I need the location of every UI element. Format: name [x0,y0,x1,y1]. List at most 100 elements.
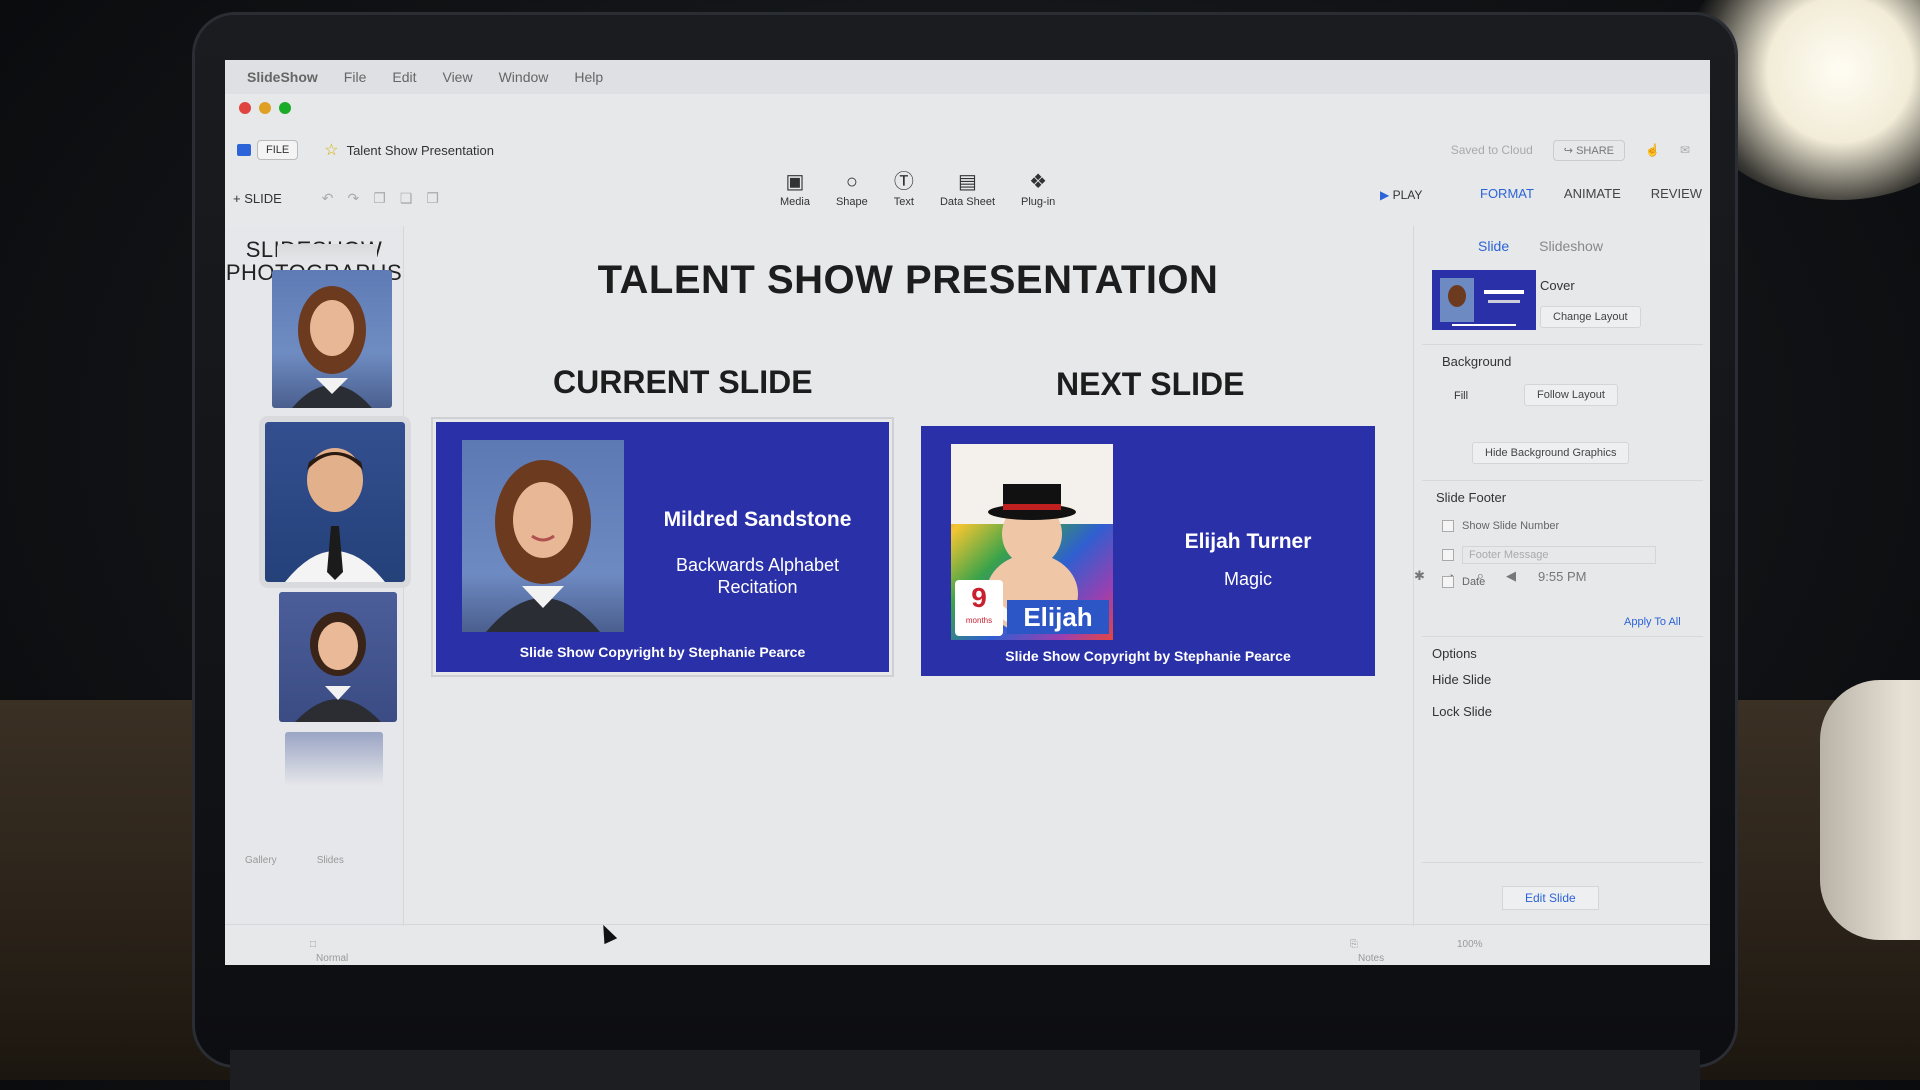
zoom-level[interactable]: 100% [1457,939,1483,950]
photo-thumbnail-boy-selected[interactable] [259,416,411,588]
document-actions: Saved to Cloud ↪ SHARE ☝ ✉ [1451,139,1690,161]
baby-age-unit: months [965,616,993,625]
document-title-text: Talent Show Presentation [346,142,495,158]
tab-format[interactable]: FORMAT [1480,186,1534,201]
show-slide-number-label: Show Slide Number [1462,520,1560,532]
subtab-slideshow[interactable]: Slideshow [1539,238,1603,254]
mail-icon[interactable]: ✉ [1680,143,1690,157]
menu-edit[interactable]: Edit [392,69,416,85]
plugin-label: Plug-in [1021,196,1056,208]
tab-slides[interactable]: Slides [317,855,344,866]
close-window-icon[interactable] [239,102,251,114]
document-bar: FILE ☆ Talent Show Presentation Saved to… [225,132,1710,168]
show-slide-number-checkbox[interactable]: Show Slide Number [1442,520,1559,532]
next-slide-heading: NEXT SLIDE [1056,366,1245,402]
media-button[interactable]: ▣ Media [780,172,810,208]
data-sheet-icon: ▤ [958,171,977,193]
photo-thumbnail-girl-1[interactable] [272,270,392,408]
slide-footer-heading: Slide Footer [1436,490,1507,505]
file-label: FILE [257,140,299,160]
photo-thumbnail-girl-2[interactable] [279,592,397,722]
play-button[interactable]: ▶ PLAY [1380,188,1422,202]
format-inspector: Slide Slideshow Cover Change Layout Back… [1413,226,1710,926]
text-button[interactable]: Ⓣ Text [894,172,914,208]
menu-view[interactable]: View [442,69,472,85]
fill-label: Fill [1454,390,1469,402]
laptop-screen: SlideShow File Edit View Window Help ✱ ◔… [225,60,1710,965]
options-heading: Options [1432,646,1477,661]
footer-message-checkbox[interactable]: Footer Message [1442,546,1656,564]
layout-thumbnail-image [1440,278,1524,326]
menu-window[interactable]: Window [499,69,549,85]
copy-icon[interactable]: ❐ [373,190,386,207]
hide-background-graphics-button[interactable]: Hide Background Graphics [1472,442,1630,464]
share-label: SHARE [1576,144,1614,157]
plugin-button[interactable]: ❖ Plug-in [1021,172,1055,208]
date-checkbox[interactable]: Date [1442,576,1485,588]
add-slide-button[interactable]: + SLIDE [233,191,282,206]
photo-thumbnail-faded[interactable] [285,732,383,786]
tab-animate[interactable]: ANIMATE [1564,186,1621,201]
app-menu[interactable]: SlideShow [247,69,318,85]
document-title[interactable]: ☆ Talent Show Presentation [324,140,494,160]
text-label: Text [893,196,914,208]
star-icon[interactable]: ☆ [324,140,338,160]
document-icon [237,144,251,156]
menu-file[interactable]: File [344,69,367,85]
current-slide-copyright: Slide Show Copyright by Stephanie Pearce [519,644,806,660]
data-sheet-button[interactable]: ▤ Data Sheet [940,172,995,208]
notes-label: Notes [1358,953,1385,964]
play-label: PLAY [1392,188,1423,202]
subtab-slide[interactable]: Slide [1478,238,1509,254]
minimize-window-icon[interactable] [259,102,271,114]
hide-slide-option[interactable]: Hide Slide [1432,672,1491,687]
share-button[interactable]: ↪ SHARE [1552,139,1625,161]
play-icon: ▶ [1380,188,1390,202]
toolbar: + SLIDE ↶ ↷ ❐ ❑ ❒ ▣ Media ○ Shape Ⓣ Text ▤ D… [225,170,1710,226]
data-sheet-label: Data Sheet [939,196,996,208]
checkbox-box [1442,520,1454,532]
current-slide-act: Backwards Alphabet Recitation [675,555,840,597]
media-icon: ▣ [785,171,805,193]
apply-to-all-link[interactable]: Apply To All [1624,616,1681,628]
current-slide-preview[interactable]: Mildred Sandstone Backwards Alphabet Rec… [431,417,894,677]
next-slide-preview[interactable]: 9 months Elijah Elijah Turner Magic Slid… [921,426,1375,676]
change-layout-button[interactable]: Change Layout [1540,306,1641,328]
normal-view-label: Normal View [316,953,349,965]
edit-slide-button[interactable]: Edit Slide [1502,886,1599,910]
next-slide-name: Elijah Turner [1184,530,1312,553]
zoom-window-icon[interactable] [279,102,291,114]
photo-thumbnail[interactable] [277,244,377,264]
file-button[interactable]: FILE [237,140,299,160]
next-slide-copyright: Slide Show Copyright by Stephanie Pearce [1005,648,1291,664]
paste-icon[interactable]: ❑ [400,190,413,207]
boy-portrait-image [285,448,385,582]
footer-message-field[interactable]: Footer Message [1462,546,1656,564]
notes-toggle[interactable]: ⎘ Notes [1350,939,1384,964]
background-heading: Background [1442,354,1512,369]
layout-thumbnail[interactable] [1432,270,1536,330]
tab-review[interactable]: REVIEW [1651,186,1702,201]
menu-bar: SlideShow File Edit View Window Help ✱ ◔… [225,60,1710,926]
divider [1422,344,1703,345]
edit-actions: ↶ ↷ ❐ ❑ ❒ [322,190,439,207]
format-icon[interactable]: ❒ [426,190,439,207]
lock-slide-option[interactable]: Lock Slide [1432,704,1492,719]
thumbs-up-icon[interactable]: ☝ [1645,143,1660,157]
window-controls [239,102,291,114]
current-slide-photo [462,440,624,632]
menu-help[interactable]: Help [574,69,603,85]
checkbox-box [1442,549,1454,561]
next-slide-photo: 9 months Elijah [951,444,1113,640]
current-slide-heading: CURRENT SLIDE [553,364,813,400]
inspector-tabs: FORMAT ANIMATE REVIEW [1480,186,1702,201]
undo-icon[interactable]: ↶ [322,190,334,207]
shape-button[interactable]: ○ Shape [836,172,868,208]
text-icon: Ⓣ [893,171,914,193]
redo-icon[interactable]: ↷ [348,190,360,207]
tab-gallery[interactable]: Gallery [245,855,277,866]
baby-age-number: 9 [971,582,987,613]
fill-dropdown[interactable]: Follow Layout [1524,384,1618,406]
media-label: Media [780,196,810,208]
normal-view-toggle[interactable]: □ Normal View [310,939,348,965]
